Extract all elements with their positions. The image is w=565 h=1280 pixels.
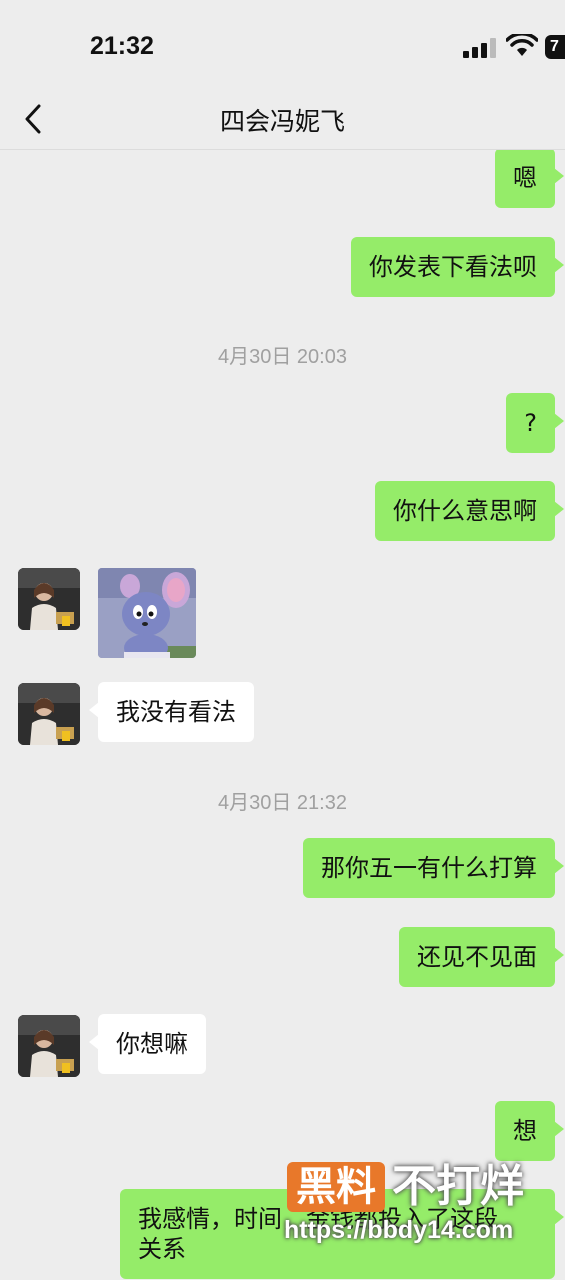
received-message[interactable]: 我没有看法 <box>89 682 254 742</box>
sticker-image[interactable] <box>98 568 196 658</box>
sent-message[interactable]: 我感情，时间，金钱都投入了这段 关系 <box>120 1189 564 1279</box>
cellular-signal-icon <box>463 38 496 58</box>
avatar-photo-icon <box>18 568 80 630</box>
sent-message[interactable]: 那你五一有什么打算 <box>303 838 564 898</box>
status-time: 21:32 <box>90 32 154 60</box>
contact-avatar[interactable] <box>18 1015 80 1077</box>
status-bar: 21:32 7 <box>0 0 565 88</box>
contact-avatar[interactable] <box>18 683 80 745</box>
sent-message[interactable]: 你什么意思啊 <box>375 481 564 541</box>
timestamp: 4月30日 20:03 <box>218 346 347 368</box>
message-line: 关系 <box>138 1235 186 1263</box>
sent-message[interactable]: ? <box>506 393 564 453</box>
chat-title: 四会冯妮飞 <box>219 107 345 136</box>
avatar-photo-icon <box>18 1015 80 1077</box>
wifi-icon <box>506 34 538 56</box>
timestamp: 4月30日 21:32 <box>218 792 347 814</box>
sent-message[interactable]: 还见不见面 <box>399 927 564 987</box>
contact-avatar[interactable] <box>18 568 80 630</box>
avatar-photo-icon <box>18 683 80 745</box>
sent-message[interactable]: 想 <box>495 1101 564 1161</box>
cartoon-mouse-sticker-icon <box>98 568 196 658</box>
battery-indicator: 7 <box>545 35 565 59</box>
message-line: 我感情，时间，金钱都投入了这段 <box>138 1205 498 1233</box>
received-message[interactable]: 你想嘛 <box>89 1014 206 1074</box>
chat-header: 四会冯妮飞 <box>0 88 565 150</box>
sent-message[interactable]: 你发表下看法呗 <box>351 237 564 297</box>
message-list[interactable]: 嗯 你发表下看法呗 4月30日 20:03 ? 你什么意思啊 我没有看法 4月3… <box>0 150 565 1280</box>
sent-message[interactable]: 嗯 <box>495 150 564 208</box>
